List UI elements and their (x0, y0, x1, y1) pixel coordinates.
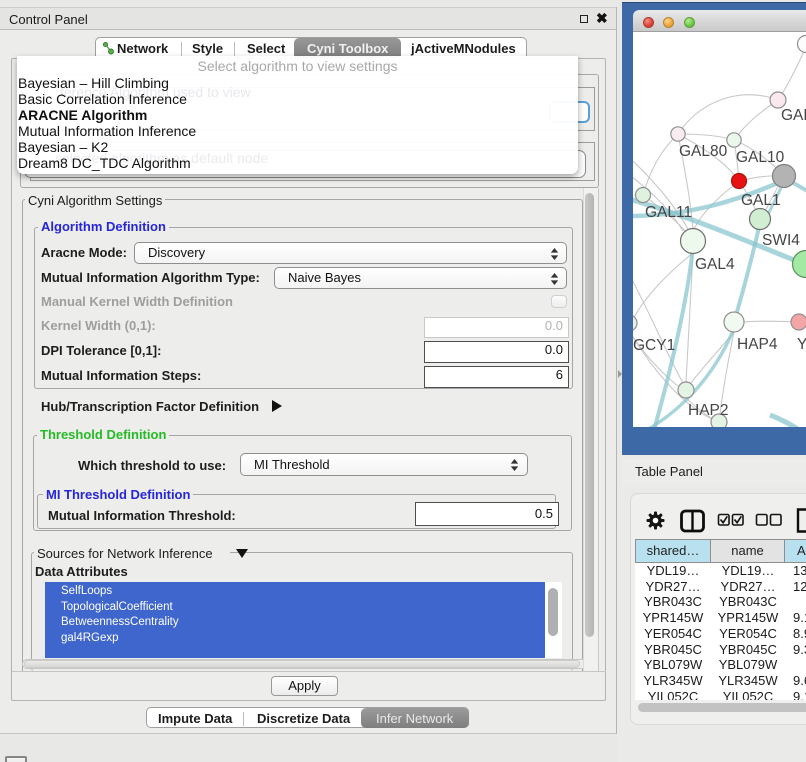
svg-text:Y: Y (797, 336, 806, 353)
svg-text:GAL1: GAL1 (741, 192, 781, 209)
svg-text:GAL10: GAL10 (736, 149, 785, 166)
svg-text:HAP4: HAP4 (737, 336, 778, 353)
svg-text:GAL80: GAL80 (679, 143, 728, 160)
svg-text:GAL11: GAL11 (645, 204, 692, 221)
svg-text:SWI4: SWI4 (762, 232, 800, 249)
svg-text:GAL4: GAL4 (695, 256, 735, 273)
svg-text:GCY1: GCY1 (633, 337, 675, 354)
svg-text:GAL7: GAL7 (781, 107, 806, 124)
svg-text:HAP2: HAP2 (688, 402, 729, 419)
